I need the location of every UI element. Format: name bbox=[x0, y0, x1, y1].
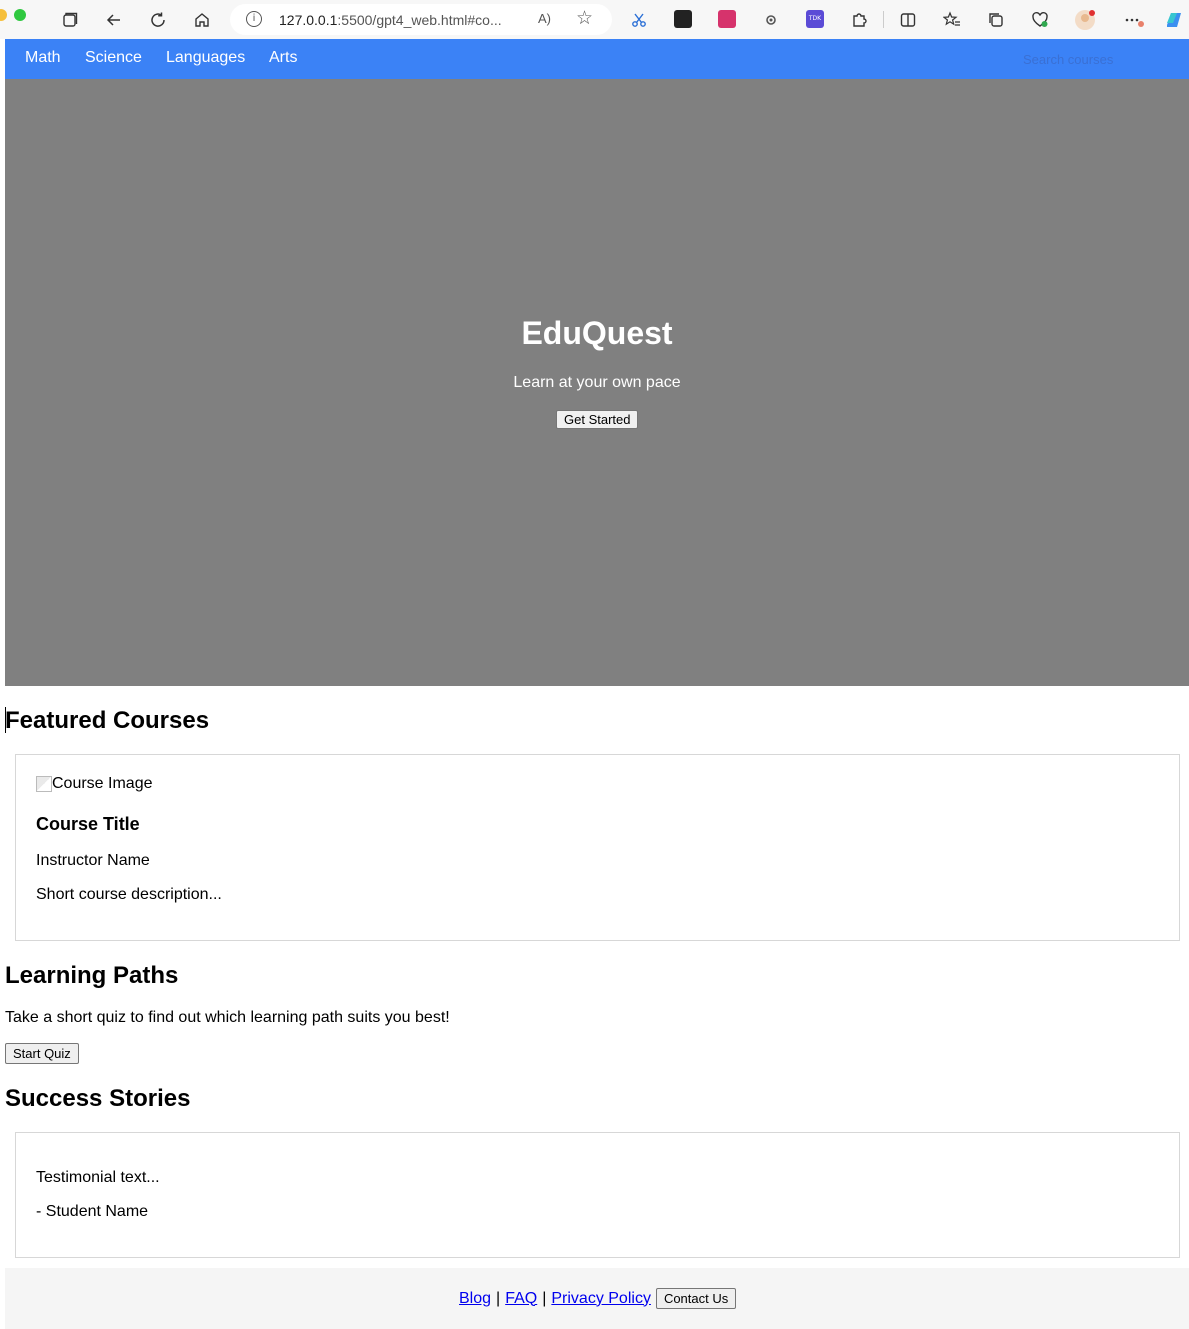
nav-link-math[interactable]: Math bbox=[25, 49, 61, 67]
footer-separator: | bbox=[542, 1289, 547, 1307]
back-icon[interactable] bbox=[102, 8, 126, 32]
site-navbar: Math Science Languages Arts bbox=[5, 39, 1189, 79]
site-info-icon[interactable]: i bbox=[246, 11, 262, 27]
profile-avatar[interactable] bbox=[1073, 8, 1097, 32]
nav-link-science[interactable]: Science bbox=[85, 49, 142, 67]
favorites-icon[interactable] bbox=[940, 8, 964, 32]
window-minimize-button[interactable] bbox=[0, 9, 7, 21]
copilot-icon[interactable] bbox=[1162, 8, 1186, 32]
nav-link-arts[interactable]: Arts bbox=[269, 49, 297, 67]
featured-courses-heading: Featured Courses bbox=[5, 707, 210, 734]
extension-tdk-icon[interactable]: TDK bbox=[806, 10, 824, 28]
footer-link-blog[interactable]: Blog bbox=[459, 1290, 491, 1308]
learning-paths-heading: Learning Paths bbox=[5, 962, 179, 989]
footer-separator: | bbox=[496, 1289, 501, 1307]
hero-banner: EduQuest Learn at your own pace Get Star… bbox=[5, 79, 1189, 686]
testimonial-text: Testimonial text... bbox=[36, 1169, 160, 1186]
footer-links: Blog | FAQ | Privacy Policy Contact Us bbox=[459, 1288, 737, 1309]
split-screen-icon[interactable] bbox=[896, 8, 920, 32]
browser-toolbar: i 127.0.0.1:5500/gpt4_web.html#co... A) … bbox=[0, 0, 1189, 39]
hero-title: EduQuest bbox=[521, 315, 673, 351]
course-instructor: Instructor Name bbox=[36, 852, 150, 869]
collections-icon[interactable] bbox=[984, 8, 1008, 32]
success-stories-heading: Success Stories bbox=[5, 1085, 191, 1112]
window-zoom-button[interactable] bbox=[14, 9, 26, 21]
browser-essentials-icon[interactable] bbox=[1028, 8, 1052, 32]
course-description: Short course description... bbox=[36, 886, 222, 903]
extension-dark-icon[interactable] bbox=[674, 10, 692, 28]
footer-link-faq[interactable]: FAQ bbox=[505, 1290, 537, 1308]
hero-tagline: Learn at your own pace bbox=[513, 374, 681, 391]
url-host: 127.0.0.1 bbox=[279, 12, 338, 28]
contact-us-button[interactable]: Contact Us bbox=[655, 1288, 737, 1309]
testimonial-author: - Student Name bbox=[36, 1203, 149, 1220]
read-aloud-icon[interactable]: A) bbox=[538, 11, 551, 26]
url-text: 127.0.0.1:5500/gpt4_web.html#co... bbox=[279, 12, 502, 28]
reload-icon[interactable] bbox=[146, 8, 170, 32]
extension-translate-icon[interactable] bbox=[718, 10, 736, 28]
favorite-star-icon[interactable]: ☆ bbox=[576, 7, 593, 29]
course-card[interactable]: Course Image Course Title Instructor Nam… bbox=[15, 754, 1180, 941]
start-quiz-button[interactable]: Start Quiz bbox=[5, 1043, 79, 1064]
nav-link-languages[interactable]: Languages bbox=[166, 49, 245, 67]
scissors-icon[interactable] bbox=[627, 8, 651, 32]
more-menu-icon[interactable] bbox=[1122, 8, 1146, 32]
site-footer: Blog | FAQ | Privacy Policy Contact Us bbox=[5, 1268, 1189, 1329]
course-image-alt: Course Image bbox=[52, 775, 153, 792]
broken-image-icon bbox=[36, 776, 52, 792]
address-bar[interactable]: i 127.0.0.1:5500/gpt4_web.html#co... A) … bbox=[230, 4, 612, 35]
course-title: Course Title bbox=[36, 814, 140, 834]
get-started-button[interactable]: Get Started bbox=[556, 410, 639, 429]
extensions-puzzle-icon[interactable] bbox=[847, 8, 871, 32]
learning-paths-text: Take a short quiz to find out which lear… bbox=[5, 1009, 450, 1026]
footer-link-privacy-policy[interactable]: Privacy Policy bbox=[551, 1290, 651, 1308]
testimonial-card: Testimonial text... - Student Name bbox=[15, 1132, 1180, 1258]
toolbar-divider bbox=[883, 11, 884, 28]
course-search-input[interactable] bbox=[1021, 49, 1181, 69]
extension-gear-icon[interactable] bbox=[759, 8, 783, 32]
course-image: Course Image bbox=[36, 775, 153, 793]
tabs-icon[interactable] bbox=[58, 8, 82, 32]
home-icon[interactable] bbox=[190, 8, 214, 32]
url-path: :5500/gpt4_web.html#co... bbox=[337, 12, 502, 28]
